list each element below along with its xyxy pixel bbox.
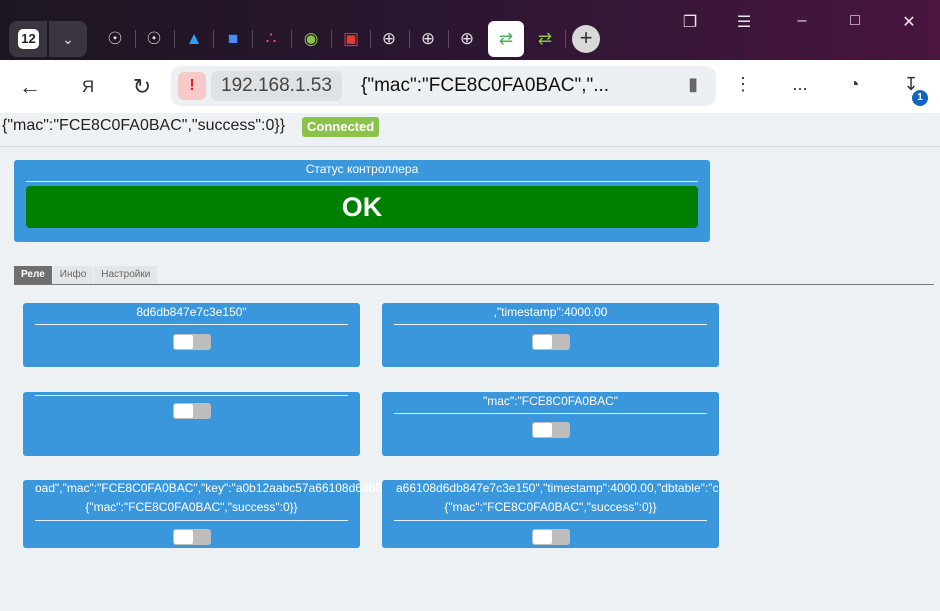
tab-flame[interactable]: ▲ (176, 21, 212, 57)
relay-name: a66108d6db847e7c3e150","timestamp":4000.… (396, 481, 719, 495)
tab-router-2[interactable]: ⊕ (410, 21, 446, 57)
divider (394, 520, 707, 521)
page-tabs: Реле Инфо Настройки (14, 266, 158, 284)
relay-response: {"mac":"FCE8C0FA0BAC","success":0}} (85, 500, 298, 514)
back-arrow-icon[interactable]: ← (16, 73, 44, 101)
tab-active-arrows[interactable]: ⇄ (488, 21, 524, 57)
router-icon: ⊕ (459, 29, 475, 48)
relay-name: "mac":"FCE8C0FA0BAC" (482, 394, 619, 408)
tab-notification[interactable]: ▣ (333, 21, 369, 57)
relay-name: 8d6db847e7c3e150" (136, 305, 247, 319)
warning-icon[interactable]: ! (178, 72, 206, 100)
chevron-down-icon[interactable]: ⌄ (49, 21, 87, 57)
dots-icon: ∴ (265, 29, 277, 48)
address-bar[interactable]: ! 192.168.1.53 {"mac":"FCE8C0FA0BAC","..… (171, 66, 716, 106)
toggle-knob (174, 530, 193, 544)
divider (394, 324, 707, 325)
yandex-logo-icon[interactable]: Я (74, 73, 102, 101)
flame-icon: ▲ (185, 29, 203, 48)
relay-toggle-1[interactable] (173, 334, 211, 350)
tab-globe-1[interactable]: ☉ (97, 21, 133, 57)
tab-settings[interactable]: Настройки (94, 266, 158, 284)
response-text: {"mac":"FCE8C0FA0BAC","success":0}} (2, 117, 286, 134)
status-indicator: OK (26, 186, 698, 228)
tab-separator (291, 30, 292, 48)
arrows-icon: ⇄ (537, 29, 553, 48)
reload-icon[interactable]: ↻ (128, 73, 156, 101)
toggle-knob (174, 335, 193, 349)
page-title: {"mac":"FCE8C0FA0BAC","... (361, 75, 610, 96)
page-content: {"mac":"FCE8C0FA0BAC","success":0}} Conn… (0, 113, 940, 611)
arrows-icon: ⇄ (498, 29, 514, 48)
divider (26, 181, 698, 182)
tab-separator (174, 30, 175, 48)
relay-panel-3 (23, 392, 360, 456)
relay-toggle-3[interactable] (173, 403, 211, 419)
minimize-icon[interactable]: – (787, 12, 817, 30)
tab-asana[interactable]: ∴ (253, 21, 289, 57)
relay-toggle-6[interactable] (532, 529, 570, 545)
divider (35, 324, 348, 325)
tab-count-badge: 12 (18, 29, 39, 49)
relay-panel-2: ,"timestamp":4000.00 (382, 303, 719, 367)
cube-icon: ■ (227, 29, 239, 48)
divider (35, 520, 348, 521)
tab-router-3[interactable]: ⊕ (449, 21, 485, 57)
toggle-knob (533, 423, 552, 437)
divider (394, 413, 707, 414)
tab-separator (565, 30, 566, 48)
android-icon: ◉ (303, 29, 319, 48)
tab-globe-2[interactable]: ☉ (136, 21, 172, 57)
new-tab-button[interactable]: + (572, 25, 600, 53)
network-icon: ☉ (107, 29, 123, 48)
relay-panel-1: 8d6db847e7c3e150" (23, 303, 360, 367)
router-icon: ⊕ (420, 29, 436, 48)
relay-panel-5: oad","mac":"FCE8C0FA0BAC","key":"a0b12aa… (23, 480, 395, 548)
tab-separator (331, 30, 332, 48)
notification-icon: ▣ (342, 29, 360, 48)
toggle-knob (533, 530, 552, 544)
toggle-knob (533, 335, 552, 349)
status-panel-title: Статус контроллера (305, 162, 419, 176)
download-count-badge: 1 (912, 90, 928, 106)
divider (0, 146, 940, 147)
relay-toggle-4[interactable] (532, 422, 570, 438)
toggle-knob (174, 404, 193, 418)
relay-panel-6: a66108d6db847e7c3e150","timestamp":4000.… (382, 480, 719, 548)
more-vertical-icon[interactable]: ⋮ (729, 74, 757, 95)
browser-toolbar: ← Я ↻ ! 192.168.1.53 {"mac":"FCE8C0FA0BA… (0, 60, 940, 113)
menu-icon[interactable]: ☰ (729, 12, 759, 32)
relay-name: oad","mac":"FCE8C0FA0BAC","key":"a0b12aa… (35, 481, 396, 495)
divider (14, 284, 934, 285)
close-icon[interactable]: ✕ (894, 12, 924, 32)
relay-toggle-5[interactable] (173, 529, 211, 545)
tab-counter-button[interactable]: 12 (9, 21, 47, 57)
tab-arrows[interactable]: ⇄ (527, 21, 563, 57)
tab-router-1[interactable]: ⊕ (371, 21, 407, 57)
maximize-icon[interactable]: □ (840, 12, 870, 30)
tab-android[interactable]: ◉ (293, 21, 329, 57)
tab-cube[interactable]: ■ (215, 21, 251, 57)
tab-relays[interactable]: Реле (14, 266, 52, 284)
browser-tab-bar: 12 ⌄ ☉ ☉ ▲ ■ ∴ ◉ ▣ ⊕ ⊕ ⊕ ⇄ ⇄ + ❐ ☰ – □ ✕ (0, 0, 940, 60)
relay-name: ,"timestamp":4000.00 (493, 305, 608, 319)
router-icon: ⊕ (381, 29, 397, 48)
tab-info[interactable]: Инфо (52, 266, 94, 284)
tab-collections-icon[interactable]: ❐ (675, 12, 705, 32)
relay-response: {"mac":"FCE8C0FA0BAC","success":0}} (444, 500, 657, 514)
relay-panel-4: "mac":"FCE8C0FA0BAC" (382, 392, 719, 456)
divider (35, 395, 348, 396)
bookmark-icon[interactable]: ▮ (688, 74, 698, 95)
network-icon: ☉ (146, 29, 162, 48)
connection-status-badge: Connected (302, 117, 380, 137)
protect-icon[interactable]: ◔ (840, 74, 868, 95)
controller-status-panel: Статус контроллера OK (14, 160, 710, 242)
extensions-more-button[interactable]: ... (786, 74, 814, 95)
tab-separator (213, 30, 214, 48)
relay-toggle-2[interactable] (532, 334, 570, 350)
host-label[interactable]: 192.168.1.53 (211, 71, 342, 101)
